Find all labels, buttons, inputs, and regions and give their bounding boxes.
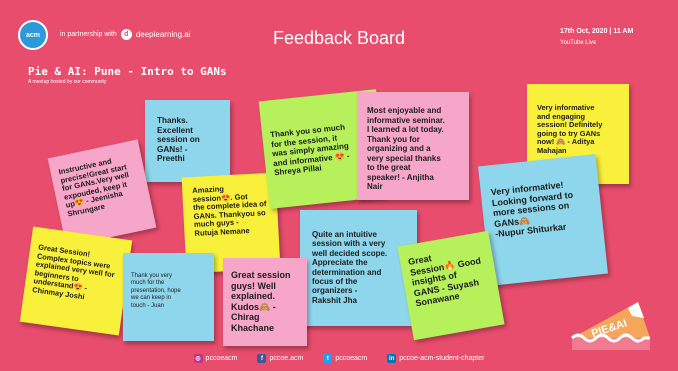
instagram-icon: ◎ xyxy=(193,354,203,363)
note-line: focus of the xyxy=(312,277,358,287)
twitter-icon: t xyxy=(323,354,333,363)
note-line: well decided scope. xyxy=(312,248,388,258)
linkedin-icon: in xyxy=(387,354,397,363)
feedback-note: Great Session! Complex topics were explain… xyxy=(19,226,133,336)
feedback-note: Great Session🔥 Good insights of GANS - Suya… xyxy=(397,230,505,341)
feedback-note: Most enjoyable and informative seminar. I … xyxy=(357,92,469,200)
note-line: GANs! - xyxy=(157,144,188,154)
feedback-note: Quite an intuitive session with a very wel… xyxy=(300,210,417,326)
feedback-note: Very informative! Looking forward to more … xyxy=(478,154,608,286)
note-line: to the great xyxy=(367,163,411,172)
social-linkedin[interactable]: in pccoe-acm-student-chapter xyxy=(387,354,484,363)
note-line: Khachane xyxy=(231,322,275,333)
note-line: speaker! - Anjitha xyxy=(367,172,434,182)
note-line: Thank you very xyxy=(131,273,173,279)
note-line: Great session xyxy=(231,270,291,280)
note-line: I learned a lot today. xyxy=(367,125,444,134)
event-date: 17th Oct, 2020 | 11 AM xyxy=(560,28,634,35)
note-line: Rakshit Jha xyxy=(312,295,357,305)
pie-logo: PIE&AI xyxy=(570,302,650,350)
note-line: Quite an intuitive xyxy=(312,230,377,239)
social-twitter[interactable]: t pccoeacm xyxy=(323,354,367,363)
event-title: Pie & AI: Pune - Intro to GANs xyxy=(28,65,227,78)
note-line: touch - Juan xyxy=(131,302,165,309)
note-line: explained. xyxy=(231,291,276,301)
note-line: Rutuja Nemane xyxy=(194,225,250,238)
note-line: organizing and a xyxy=(367,144,431,153)
note-line: guys! Well xyxy=(231,280,276,291)
facebook-label: pccoe.acm xyxy=(269,355,304,362)
feedback-note: Thanks. Excellent session on GANs! - Preethi xyxy=(145,100,230,182)
note-line: session on xyxy=(157,135,200,144)
note-line: very special thanks xyxy=(367,153,441,163)
note-line: Thanks. xyxy=(157,116,188,125)
note-line: presentation, hope xyxy=(131,287,181,294)
note-line: organizers - xyxy=(312,286,358,296)
feedback-note: Great session guys! Well explained. Kudos🙈 … xyxy=(223,258,307,346)
note-line: determination and xyxy=(312,267,382,277)
note-line: session with a very xyxy=(312,239,386,249)
note-line: Kudos🙈 - xyxy=(231,301,276,312)
note-line: Appreciate the xyxy=(312,258,368,268)
note-line: Thank you for xyxy=(367,134,420,144)
linkedin-label: pccoe-acm-student-chapter xyxy=(399,355,485,362)
social-facebook[interactable]: f pccoe.acm xyxy=(257,354,303,363)
facebook-icon: f xyxy=(257,354,267,363)
instagram-label: pccoeacm xyxy=(205,355,238,362)
note-line: Preethi xyxy=(157,154,185,163)
twitter-label: pccoeacm xyxy=(335,355,368,362)
event-subtitle: A meetup hosted by our community xyxy=(28,79,107,85)
social-bar: ◎ pccoeacm f pccoe.acm t pccoeacm in pcc… xyxy=(0,354,678,363)
feedback-board: acm in partnership with d deeplearning.a… xyxy=(0,0,678,371)
note-line: much for the xyxy=(131,280,165,287)
note-line: we can keep in xyxy=(131,295,172,302)
feedback-note: Thank you very much for the presentation, … xyxy=(123,253,214,341)
event-platform: YouTube Live xyxy=(560,40,597,46)
note-line: Excellent xyxy=(157,125,193,135)
note-line: Most enjoyable and xyxy=(367,106,442,115)
note-line: informative seminar. xyxy=(367,115,445,125)
note-line: Nair xyxy=(367,182,383,191)
note-line: Chirag xyxy=(231,312,260,322)
social-instagram[interactable]: ◎ pccoeacm xyxy=(193,354,238,363)
note-line: Mahajan xyxy=(537,145,567,155)
